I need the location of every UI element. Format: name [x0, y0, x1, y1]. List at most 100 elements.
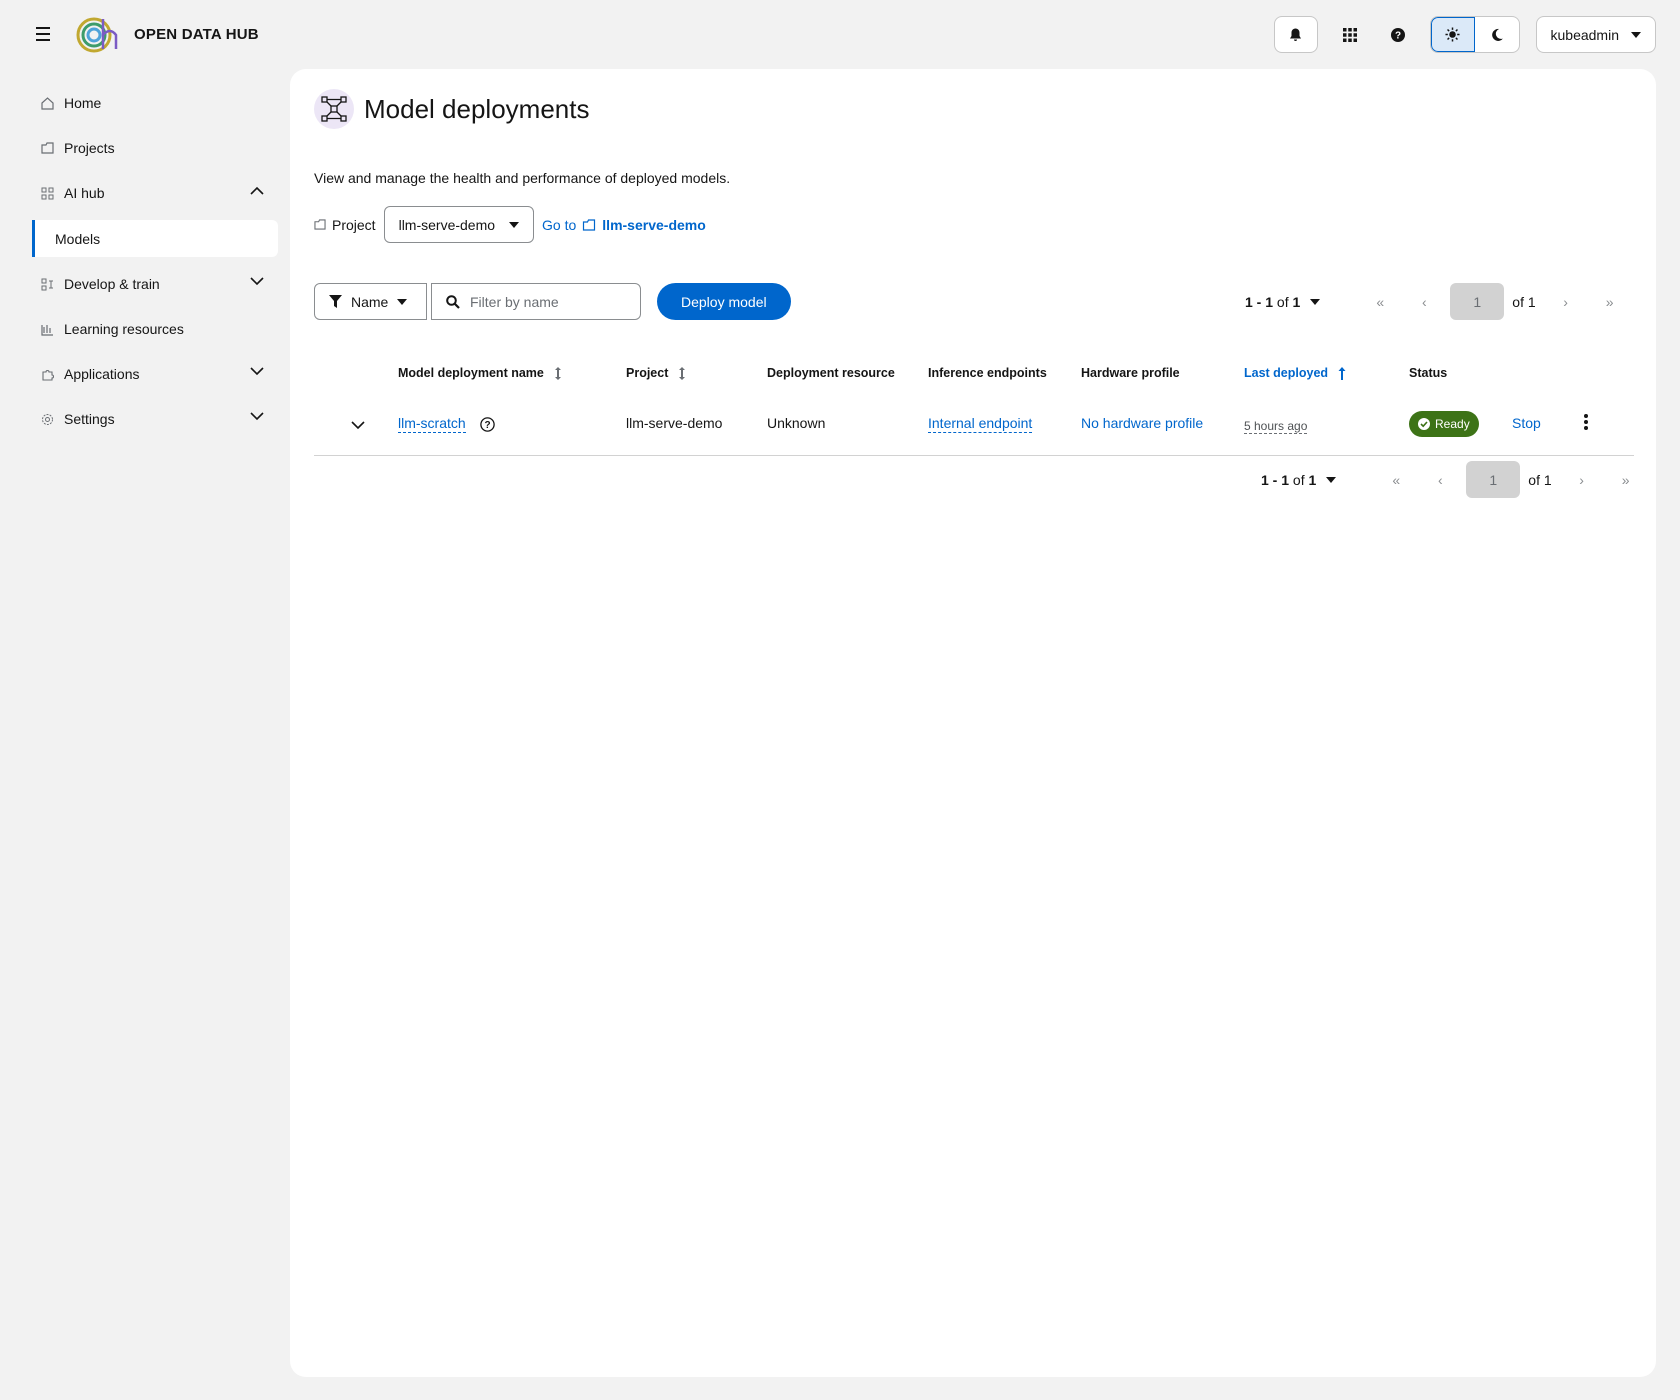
filter-type-dropdown[interactable]: Name [314, 283, 427, 320]
sidebar-item-label: Projects [64, 140, 115, 156]
column-header-resource: Deployment resource [767, 366, 895, 380]
last-deployed-time[interactable]: 5 hours ago [1244, 419, 1308, 434]
sidebar-item-applications[interactable]: Applications [32, 356, 278, 392]
goto-project-link[interactable]: Go to llm-serve-demo [542, 217, 706, 233]
last-page-button[interactable]: » [1588, 283, 1632, 320]
chevron-down-icon [250, 277, 264, 286]
chevron-down-icon [250, 367, 264, 376]
sidebar-item-home[interactable]: Home [32, 85, 278, 121]
main-content: Model deployments View and manage the he… [290, 69, 1656, 1377]
moon-icon [1491, 28, 1503, 41]
toolbar: Name Deploy model [314, 283, 791, 320]
per-page-dropdown[interactable]: 1 - 1 of 1 [1261, 472, 1337, 488]
puzzle-icon [40, 367, 54, 381]
resource-cell: Unknown [767, 415, 826, 431]
pagination-bottom: 1 - 1 of 1 « ‹ 1 of 1 › » [1261, 461, 1648, 498]
column-header-hardware: Hardware profile [1081, 366, 1180, 380]
next-page-button[interactable]: › [1544, 283, 1588, 320]
deployment-name-cell: llm-scratch ? [398, 415, 495, 433]
column-header-endpoints: Inference endpoints [928, 366, 1047, 380]
next-page-button[interactable]: › [1560, 461, 1604, 498]
page-count: of 1 [1528, 471, 1552, 488]
expand-row-button[interactable] [351, 417, 365, 433]
kebab-icon [1584, 414, 1588, 430]
column-header-project[interactable]: Project [626, 366, 686, 380]
search-input[interactable] [470, 293, 630, 310]
sidebar-item-label: AI hub [64, 185, 105, 201]
caret-down-icon [397, 298, 408, 305]
hamburger-icon[interactable] [34, 24, 52, 44]
bell-icon [1290, 28, 1301, 41]
sidebar-item-label: Models [55, 230, 101, 247]
page-number-input[interactable]: 1 [1466, 461, 1521, 498]
sidebar-item-ai-hub[interactable]: AI hub [32, 175, 278, 211]
sidebar-item-label: Applications [64, 366, 140, 382]
sidebar-item-learning-resources[interactable]: Learning resources [32, 311, 278, 347]
status-badge[interactable]: Ready [1409, 411, 1479, 437]
sidebar-item-projects[interactable]: Projects [32, 130, 278, 166]
chevron-down-icon [351, 421, 365, 430]
page-number-input[interactable]: 1 [1450, 283, 1505, 320]
last-deployed-cell: 5 hours ago [1244, 417, 1308, 434]
previous-page-button[interactable]: ‹ [1402, 283, 1446, 320]
project-cell: llm-serve-demo [626, 415, 723, 431]
brand-logo-icon [76, 17, 118, 53]
chevron-down-icon [250, 412, 264, 421]
sidebar-item-models[interactable]: Models [32, 220, 278, 257]
column-header-last-deployed[interactable]: Last deployed [1244, 366, 1346, 380]
first-page-button[interactable]: « [1358, 283, 1402, 320]
sort-ascending-icon [1338, 366, 1346, 380]
chevron-up-icon [250, 186, 264, 195]
page-title: Model deployments [364, 93, 590, 124]
column-header-name[interactable]: Model deployment name [398, 366, 562, 380]
search-icon [446, 294, 460, 309]
user-name: kubeadmin [1550, 26, 1620, 43]
svg-text:?: ? [1394, 30, 1400, 41]
caret-down-icon [1326, 476, 1337, 483]
page-header: Model deployments [314, 89, 589, 129]
search-input-container [431, 283, 641, 320]
check-circle-icon [1418, 418, 1430, 430]
filter-icon [329, 294, 342, 308]
gear-icon [40, 412, 54, 426]
stop-button[interactable]: Stop [1512, 415, 1541, 431]
help-icon: ? [1390, 27, 1405, 42]
dark-theme-button[interactable] [1475, 17, 1519, 52]
caret-down-icon [509, 221, 520, 228]
grid-icon [1342, 27, 1357, 42]
help-outline-icon[interactable]: ? [479, 416, 495, 432]
sort-icon [679, 366, 686, 380]
sidebar-item-label: Develop & train [64, 276, 160, 292]
column-header-status: Status [1409, 366, 1448, 380]
table-row: llm-scratch ? llm-serve-demo Unknown Int… [314, 396, 1634, 456]
project-label: Project [314, 217, 376, 233]
sun-icon [1445, 27, 1460, 42]
user-menu-button[interactable]: kubeadmin [1535, 16, 1656, 53]
row-actions-kebab[interactable] [1584, 414, 1588, 433]
project-select[interactable]: llm-serve-demo [383, 206, 535, 243]
deployment-name-link[interactable]: llm-scratch [398, 415, 466, 433]
sidebar-item-develop-train[interactable]: Develop & train [32, 266, 278, 302]
last-page-button[interactable]: » [1604, 461, 1648, 498]
first-page-button[interactable]: « [1374, 461, 1418, 498]
deployments-table: Model deployment name Project Deployment… [314, 352, 1634, 456]
caret-down-icon [1631, 31, 1641, 38]
internal-endpoint-link[interactable]: Internal endpoint [928, 415, 1033, 433]
help-button[interactable]: ? [1382, 16, 1414, 53]
per-page-dropdown[interactable]: 1 - 1 of 1 [1245, 294, 1321, 310]
app-launcher-button[interactable] [1334, 16, 1366, 53]
page-count: of 1 [1512, 293, 1536, 310]
deploy-model-button[interactable]: Deploy model [657, 283, 791, 320]
brand[interactable]: OPEN DATA HUB [76, 15, 259, 53]
hardware-profile-link[interactable]: No hardware profile [1081, 415, 1203, 431]
folder-icon [40, 141, 54, 155]
sidebar-item-settings[interactable]: Settings [32, 401, 278, 437]
sidebar: Home Projects AI hub Models Develop & tr… [32, 85, 278, 446]
previous-page-button[interactable]: ‹ [1418, 461, 1462, 498]
sidebar-item-label: Settings [64, 411, 115, 427]
caret-down-icon [1310, 298, 1321, 305]
sort-icon [554, 366, 561, 380]
light-theme-button[interactable] [1430, 17, 1475, 52]
notifications-button[interactable] [1273, 16, 1318, 53]
header-tools: ? kubeadmin [1273, 16, 1656, 53]
